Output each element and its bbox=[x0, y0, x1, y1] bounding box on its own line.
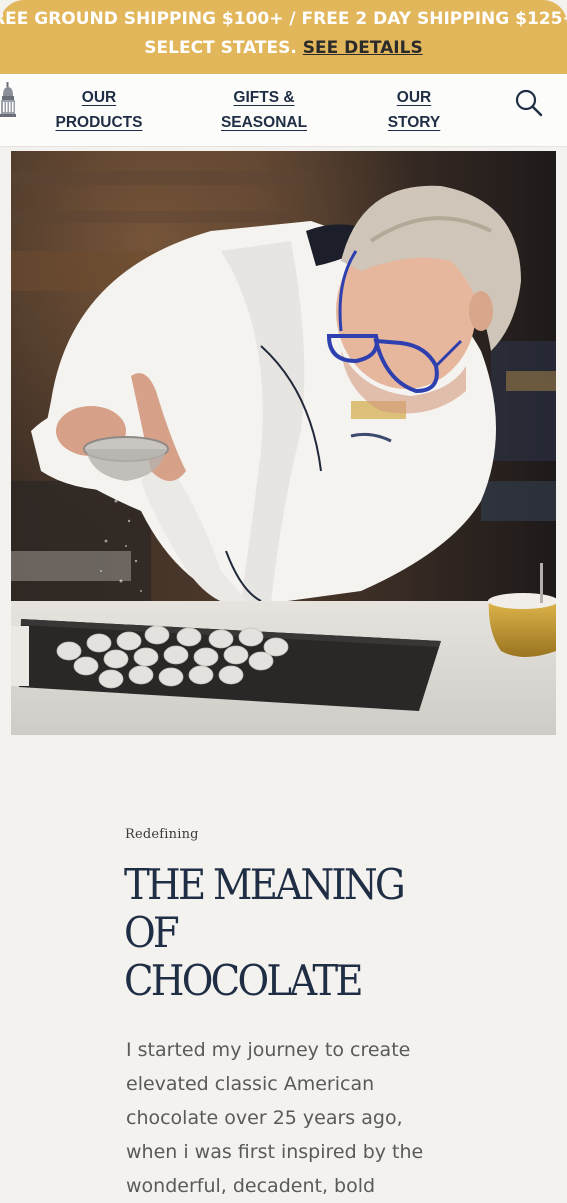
headline-line: THE MEANING bbox=[124, 860, 406, 909]
nav-our-products[interactable]: OUR PRODUCTS bbox=[46, 85, 152, 135]
promo-select-states-text: SELECT STATES. bbox=[144, 38, 297, 58]
nav-gifts-seasonal[interactable]: GIFTS & SEASONAL bbox=[214, 85, 314, 135]
nav-label-line1: OUR bbox=[81, 89, 117, 106]
nav-label-line1: GIFTS & bbox=[233, 89, 295, 106]
nav-label-line2: SEASONAL bbox=[220, 114, 308, 131]
nav-label-line2: STORY bbox=[387, 114, 441, 131]
section-headline: THE MEANING OF CHOCOLATE bbox=[124, 861, 428, 1005]
see-details-link[interactable]: SEE DETAILS bbox=[303, 38, 423, 58]
nav-our-story[interactable]: OUR STORY bbox=[374, 85, 454, 135]
promo-line-2: SELECT STATES. SEE DETAILS bbox=[0, 38, 567, 58]
eyebrow-text: Redefining bbox=[125, 827, 199, 842]
story-body-text: I started my journey to create elevated … bbox=[126, 1039, 424, 1197]
hero-image bbox=[11, 151, 556, 735]
promo-banner: REE GROUND SHIPPING $100+ / FREE 2 DAY S… bbox=[0, 0, 567, 74]
nav-label-line2: PRODUCTS bbox=[55, 114, 143, 131]
nav-label-line1: OUR bbox=[396, 89, 432, 106]
promo-shipping-text: REE GROUND SHIPPING $100+ / FREE 2 DAY S… bbox=[0, 9, 567, 29]
search-button[interactable] bbox=[512, 86, 546, 120]
main-navigation: OUR PRODUCTS GIFTS & SEASONAL OUR STORY bbox=[0, 74, 567, 147]
headline-line: CHOCOLATE bbox=[124, 956, 364, 1005]
chocolatier-dusting-truffles-photo bbox=[11, 151, 556, 735]
search-icon bbox=[515, 89, 543, 117]
story-section: Redefining THE MEANING OF CHOCOLATE I st… bbox=[11, 735, 556, 1200]
capitol-dome-icon[interactable] bbox=[0, 82, 16, 118]
headline-line: OF bbox=[124, 908, 180, 957]
